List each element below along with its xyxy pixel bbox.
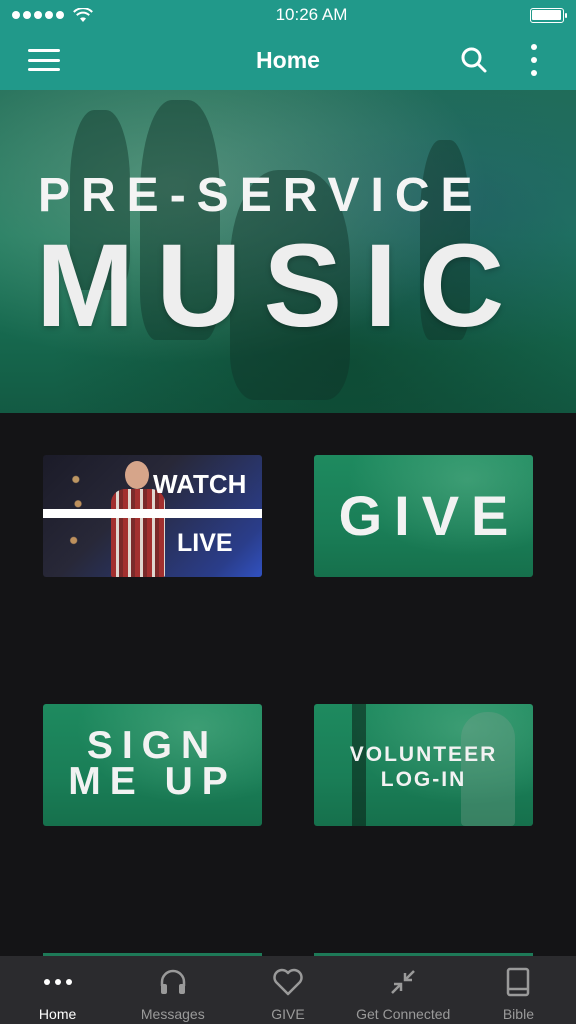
battery-icon bbox=[529, 7, 567, 23]
hero-title-line2: MUSIC bbox=[36, 220, 527, 352]
give-label: GIVE bbox=[338, 484, 521, 547]
volunteer-label: VOLUNTEER LOG-IN bbox=[349, 743, 498, 791]
more-vertical-icon[interactable] bbox=[530, 44, 538, 76]
headphones-icon bbox=[158, 965, 188, 999]
tab-bar: Home Messages GIVE Get Connected Bible bbox=[0, 956, 576, 1024]
live-label: LIVE bbox=[177, 529, 233, 557]
hero-banner[interactable]: PRE-SERVICE MUSIC bbox=[0, 90, 576, 413]
tab-give[interactable]: GIVE bbox=[230, 956, 345, 1024]
heart-icon bbox=[272, 965, 304, 999]
more-horizontal-icon bbox=[43, 965, 72, 999]
divider bbox=[43, 509, 262, 518]
tab-label: Home bbox=[38, 1006, 77, 1022]
watch-live-tile[interactable]: WATCH LIVE bbox=[43, 455, 262, 577]
sign-me-up-tile[interactable]: SIGN ME UP bbox=[43, 704, 262, 826]
wifi-icon bbox=[73, 7, 93, 22]
watch-label: WATCH bbox=[153, 469, 247, 499]
status-bar: 10:26 AM bbox=[0, 0, 576, 30]
hero-title-line1: PRE-SERVICE bbox=[38, 169, 484, 222]
tab-label: Messages bbox=[140, 1006, 205, 1022]
tab-home[interactable]: Home bbox=[0, 956, 115, 1024]
page-title: Home bbox=[256, 46, 320, 73]
signal-dots-icon bbox=[12, 7, 93, 23]
nav-bar: Home bbox=[0, 30, 576, 90]
tab-label: Get Connected bbox=[356, 1006, 451, 1022]
arrows-in-icon bbox=[389, 965, 417, 999]
tab-messages[interactable]: Messages bbox=[115, 956, 230, 1024]
status-time: 10:26 AM bbox=[275, 5, 348, 24]
tab-label: GIVE bbox=[271, 1006, 305, 1022]
tab-label: Bible bbox=[502, 1006, 534, 1022]
tab-get-connected[interactable]: Get Connected bbox=[346, 956, 461, 1024]
volunteer-login-tile[interactable]: VOLUNTEER LOG-IN bbox=[314, 704, 533, 826]
book-icon bbox=[505, 965, 531, 999]
sign-me-up-label: SIGN ME UP bbox=[68, 724, 237, 803]
hamburger-icon[interactable] bbox=[28, 49, 60, 71]
search-icon[interactable] bbox=[460, 46, 488, 74]
give-tile[interactable]: GIVE bbox=[314, 455, 533, 577]
tab-bible[interactable]: Bible bbox=[461, 956, 576, 1024]
